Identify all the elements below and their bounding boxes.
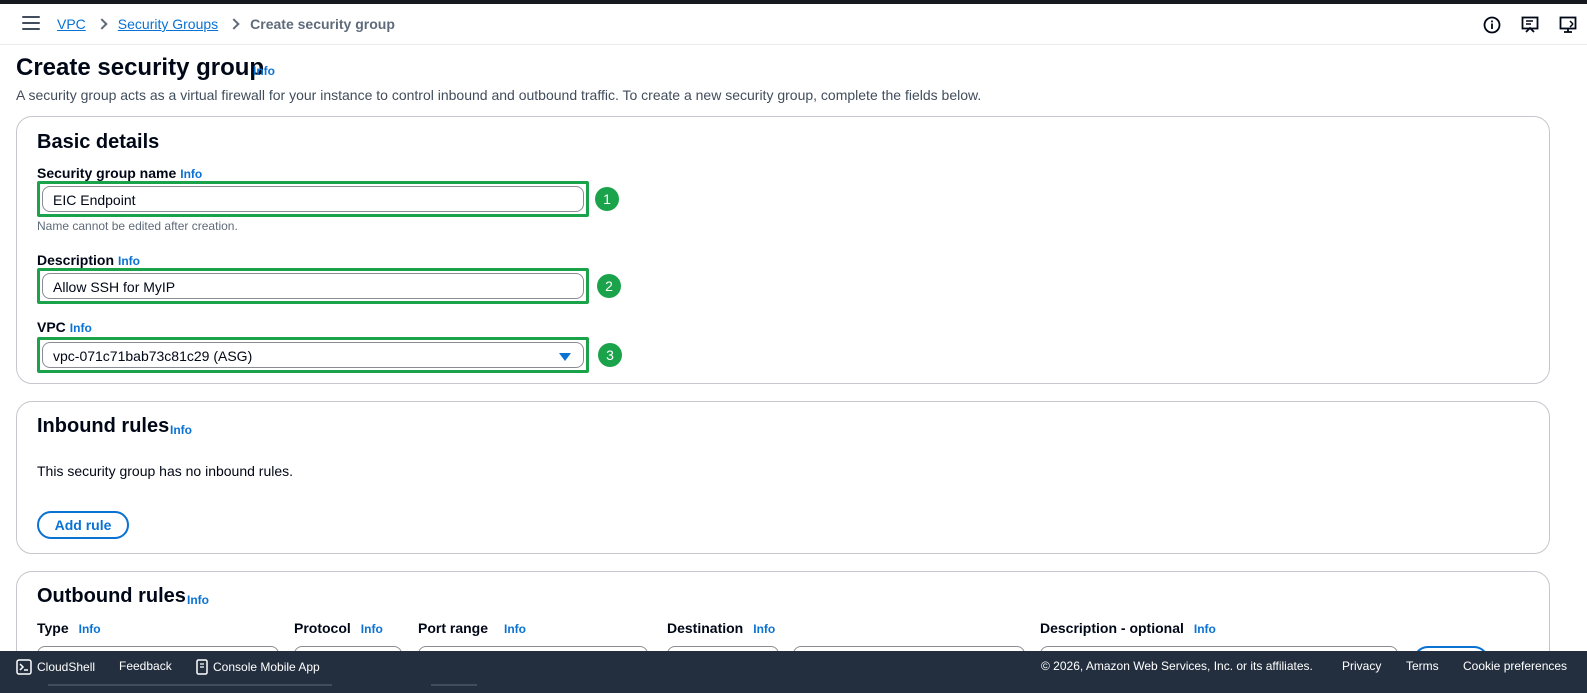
- column-port-range: Port range Info: [418, 620, 526, 636]
- security-group-name-highlight: EIC Endpoint: [37, 181, 589, 217]
- vpc-label-text: VPC: [37, 319, 66, 335]
- column-destination-label: Destination: [667, 620, 744, 636]
- column-description-label: Description - optional: [1040, 620, 1184, 636]
- vpc-label: VPC Info: [37, 319, 92, 335]
- console-mobile-app-link[interactable]: Console Mobile App: [196, 659, 320, 675]
- breadcrumb: VPC Security Groups Create security grou…: [57, 16, 395, 32]
- inbound-info-link[interactable]: Info: [170, 423, 192, 437]
- description-info-link[interactable]: Info: [118, 254, 140, 268]
- console-mobile-app-label: Console Mobile App: [213, 660, 320, 674]
- privacy-link[interactable]: Privacy: [1342, 659, 1381, 673]
- cloudshell-label: CloudShell: [37, 660, 96, 674]
- page-title: Create security group: [16, 54, 265, 81]
- add-rule-button[interactable]: Add rule: [37, 511, 129, 539]
- utility-icons: [1473, 14, 1587, 36]
- column-protocol: Protocol Info: [294, 620, 383, 636]
- breadcrumb-current: Create security group: [250, 16, 395, 32]
- top-navigation: VPC Security Groups Create security grou…: [0, 4, 1587, 45]
- column-type: Type Info: [37, 620, 101, 636]
- description-label: Description Info: [37, 252, 140, 268]
- presentation-icon[interactable]: [1511, 14, 1549, 36]
- vpc-highlight: vpc-071c71bab73c81c29 (ASG): [37, 337, 589, 373]
- description-input[interactable]: Allow SSH for MyIP: [42, 273, 584, 299]
- column-type-label: Type: [37, 620, 69, 636]
- inbound-empty-message: This security group has no inbound rules…: [37, 463, 294, 479]
- description-highlight: Allow SSH for MyIP: [37, 268, 589, 304]
- cloudshell-button[interactable]: CloudShell: [16, 659, 95, 675]
- copyright-text: © 2026, Amazon Web Services, Inc. or its…: [1041, 659, 1313, 673]
- scroll-strip-left: [48, 684, 332, 686]
- feedback-label: Feedback: [119, 659, 172, 673]
- privacy-label: Privacy: [1342, 659, 1382, 673]
- vpc-select[interactable]: vpc-071c71bab73c81c29 (ASG): [42, 342, 584, 368]
- step-badge-1: 1: [595, 187, 619, 211]
- basic-details-panel: Basic details Security group name Info EI…: [16, 116, 1550, 384]
- column-destination-info-link[interactable]: Info: [753, 622, 775, 636]
- step-badge-3: 3: [598, 343, 622, 367]
- column-port-range-info-link[interactable]: Info: [504, 622, 526, 636]
- cookie-preferences-label: Cookie preferences: [1463, 659, 1568, 673]
- security-group-name-hint: Name cannot be edited after creation.: [37, 219, 238, 233]
- outbound-info-link[interactable]: Info: [187, 593, 209, 607]
- mobile-phone-icon: [196, 659, 208, 675]
- screen-share-icon[interactable]: [1549, 14, 1587, 36]
- chevron-right-icon: [228, 18, 240, 30]
- page-info-link[interactable]: Info: [253, 64, 275, 78]
- cloudshell-icon: [16, 659, 32, 675]
- security-group-name-info-link[interactable]: Info: [180, 167, 202, 181]
- column-protocol-label: Protocol: [294, 620, 351, 636]
- column-description: Description - optional Info: [1040, 620, 1216, 636]
- security-group-name-label-text: Security group name: [37, 165, 177, 181]
- column-type-info-link[interactable]: Info: [79, 622, 101, 636]
- breadcrumb-vpc[interactable]: VPC: [57, 16, 86, 32]
- page-description: A security group acts as a virtual firew…: [16, 87, 982, 103]
- cookie-preferences-link[interactable]: Cookie preferences: [1463, 659, 1567, 673]
- breadcrumb-security-groups[interactable]: Security Groups: [118, 16, 218, 32]
- basic-details-heading: Basic details: [37, 131, 160, 153]
- inbound-rules-heading: Inbound rules: [37, 415, 170, 437]
- column-destination: Destination Info: [667, 620, 775, 636]
- feedback-link[interactable]: Feedback: [119, 659, 172, 673]
- scroll-strip-right: [431, 684, 477, 686]
- security-group-name-input[interactable]: EIC Endpoint: [42, 186, 584, 212]
- vpc-info-link[interactable]: Info: [70, 321, 92, 335]
- chevron-right-icon: [96, 18, 108, 30]
- terms-label: Terms: [1406, 659, 1439, 673]
- security-group-name-label: Security group name Info: [37, 165, 202, 181]
- console-footer: CloudShell Feedback Console Mobile App ©…: [0, 651, 1587, 693]
- info-circle-icon[interactable]: [1473, 14, 1511, 36]
- caret-down-icon: [559, 353, 571, 361]
- description-label-text: Description: [37, 252, 115, 268]
- terms-link[interactable]: Terms: [1406, 659, 1439, 673]
- column-description-info-link[interactable]: Info: [1194, 622, 1216, 636]
- menu-icon[interactable]: [22, 16, 40, 32]
- column-port-range-label: Port range: [418, 620, 489, 636]
- column-protocol-info-link[interactable]: Info: [361, 622, 383, 636]
- step-badge-2: 2: [597, 274, 621, 298]
- inbound-rules-panel: Inbound rules Info This security group h…: [16, 401, 1550, 554]
- vpc-select-value: vpc-071c71bab73c81c29 (ASG): [53, 348, 253, 364]
- outbound-rules-heading: Outbound rules: [37, 585, 186, 607]
